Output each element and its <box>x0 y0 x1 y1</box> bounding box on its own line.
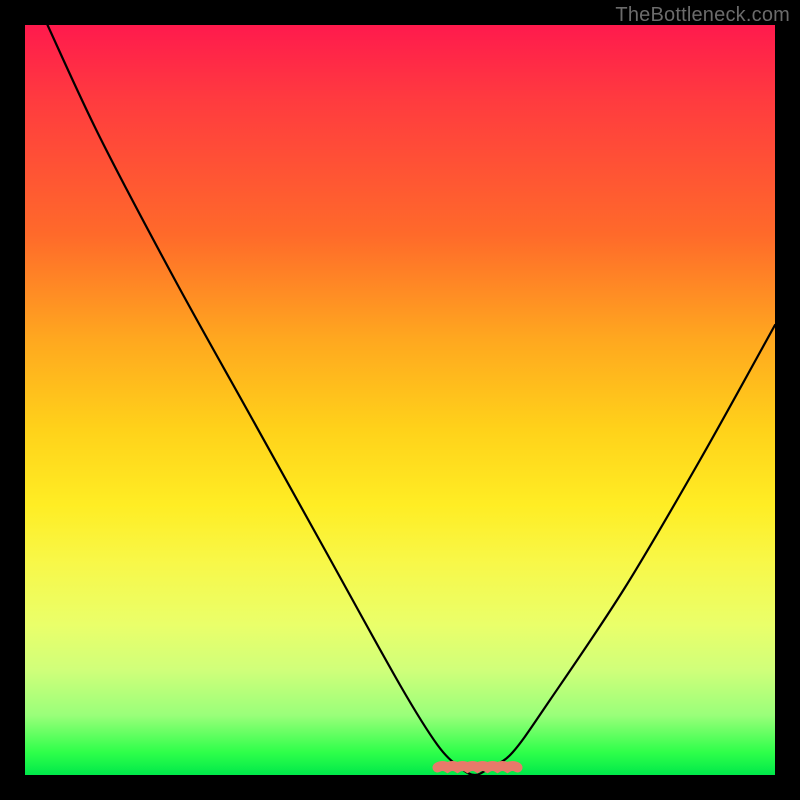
bottleneck-curve-path <box>48 25 776 775</box>
curve-svg <box>25 25 775 775</box>
chart-frame: TheBottleneck.com <box>0 0 800 800</box>
optimal-range-marker <box>438 766 518 768</box>
watermark-text: TheBottleneck.com <box>615 4 790 27</box>
plot-area <box>25 25 775 775</box>
